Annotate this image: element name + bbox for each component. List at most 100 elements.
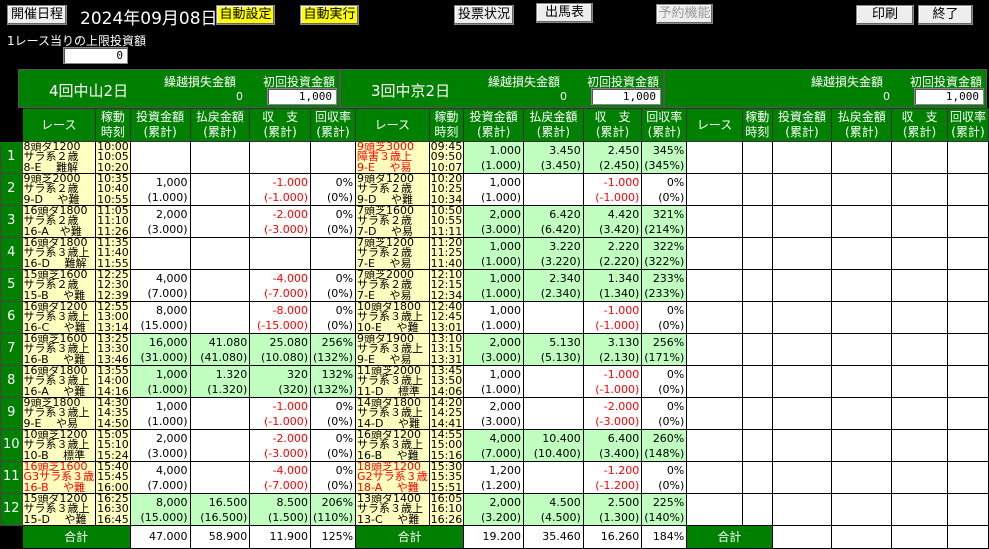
print-button[interactable]: 印刷: [856, 5, 914, 25]
race-time: 15:16: [430, 448, 463, 462]
value-rate-cumulative: (214%): [644, 222, 685, 236]
value-pay: 3.220 (3.220): [523, 237, 584, 270]
race-times: 14:55 15:00 15:16: [428, 429, 465, 462]
value-rate: 0% (0%): [641, 461, 688, 494]
col-balance: 収 支 (累計): [891, 108, 948, 142]
value-rate-cumulative: (0%): [327, 446, 354, 460]
bet-status-button[interactable]: 投票状況: [454, 5, 514, 25]
value-rate: 0% (0%): [641, 397, 688, 430]
race-info[interactable]: 16頭ダ1200 サラ系３歳上 16-B や難: [355, 429, 430, 462]
race-times: 11:35 11:40 11:55: [95, 237, 131, 270]
value-rate: [946, 333, 989, 366]
reservation-button[interactable]: 予約機能: [656, 4, 713, 24]
col-payout-l2: (累計): [203, 125, 237, 139]
race-info[interactable]: 9頭ダ1200 サラ系２歳 9-D や難: [355, 173, 430, 206]
race-info-line: 7-D や易: [357, 224, 413, 238]
race-times: [741, 493, 773, 526]
race-time: 14:16: [97, 384, 129, 398]
initial-invest-input[interactable]: 1,000: [267, 88, 337, 105]
value-rate-cumulative: (0%): [658, 318, 685, 332]
schedule-button[interactable]: 開催日程: [7, 5, 67, 25]
race-time: 16:00: [97, 480, 129, 494]
race-info-line: 9-E や易: [23, 416, 78, 430]
race-info[interactable]: 16頭ダ1800 サラ系３歳上 16-D 難解: [21, 237, 97, 270]
race-info[interactable]: 7頭芝1200 サラ系２歳 7-E や易: [355, 237, 430, 270]
value-rate-race: 321%: [652, 207, 685, 221]
value-pay: 3.450 (3.450): [523, 141, 584, 174]
initial-invest-input[interactable]: 1,000: [914, 88, 984, 105]
value-bal-cumulative: (320): [278, 382, 309, 396]
race-info[interactable]: 16頭ダ1800 サラ系３歳上 16-A や難: [21, 365, 97, 398]
value-bal-race: -4.000: [272, 271, 309, 285]
value-bal: -1.200 (-1.200): [582, 461, 643, 494]
value-pay: 2.340 (2.340): [523, 269, 584, 302]
col-balance: 収 支 (累計): [249, 108, 312, 142]
entries-button[interactable]: 出馬表: [536, 3, 593, 23]
value-pay: 41.080 (41.080): [189, 333, 251, 366]
race-info[interactable]: 14頭ダ1800 サラ系３歳上 14-D や難: [355, 397, 430, 430]
race-times: [741, 429, 773, 462]
auto-setting-button[interactable]: 自動設定: [216, 5, 275, 25]
race-times: 11:20 11:25 11:40: [428, 237, 465, 270]
value-pay: [831, 397, 893, 430]
value-bal-race: -2.000: [272, 207, 309, 221]
value-bal-cumulative: (-7.000): [263, 286, 309, 300]
value-rate: 321% (214%): [641, 205, 688, 238]
race-info[interactable]: 18頭芝1200 G2サラ系３歳 18-A や難: [355, 461, 430, 494]
value-inv-race: 1,000: [489, 303, 522, 317]
value-rate: 0% (0%): [641, 301, 688, 334]
race-info[interactable]: 10頭芝1200 サラ系３歳上 10-B 標準: [21, 429, 97, 462]
value-pay: [831, 493, 893, 526]
race-info-line: 11-D 標準: [357, 384, 420, 398]
race-info[interactable]: 16頭芝1600 G3サラ系３歳 16-B や難: [21, 461, 97, 494]
race-info[interactable]: 15頭ダ1200 サラ系３歳上 15-D や難: [21, 493, 97, 526]
value-rate: [310, 237, 357, 270]
col-time: 稼動 時刻: [95, 108, 131, 142]
race-times: 15:05 15:10 15:24: [95, 429, 131, 462]
total-rate: 125%: [310, 525, 357, 549]
value-inv-cumulative: (15.000): [140, 318, 188, 332]
race-info[interactable]: 8頭ダ1200 サラ系２歳 8-E 難解: [21, 141, 97, 174]
value-rate: [946, 461, 989, 494]
race-info[interactable]: 13頭ダ1400 サラ系３歳上 13-C や難: [355, 493, 430, 526]
value-pay: [189, 237, 251, 270]
race-info[interactable]: 9頭ダ1900 サラ系３歳上 9-E や易: [355, 333, 430, 366]
value-bal-race: -1.000: [603, 303, 640, 317]
race-info[interactable]: 7頭芝2000 サラ系２歳 7-E や易: [355, 269, 430, 302]
value-bal: [249, 141, 312, 174]
value-bal: 2.220 (2.220): [582, 237, 643, 270]
exit-button[interactable]: 終了: [918, 5, 973, 25]
value-rate-race: 0%: [666, 399, 685, 413]
race-info[interactable]: 16頭芝1600 サラ系３歳上 16-B や難: [21, 333, 97, 366]
value-bal: [891, 141, 948, 174]
table-row: 3 16頭ダ1800 サラ系２歳 16-A や難 11:05 11:10 11:26 2,00…: [0, 205, 989, 238]
value-bal-race: 8.500: [276, 495, 309, 509]
value-bal-cumulative: (1.340): [599, 286, 640, 300]
race-info: [686, 141, 743, 174]
race-info[interactable]: 16頭ダ1200 サラ系３歳上 16-C や難: [21, 301, 97, 334]
value-rate: 0% (0%): [641, 365, 688, 398]
race-info[interactable]: 9頭芝2000 サラ系２歳 9-D や難: [21, 173, 97, 206]
race-info[interactable]: 9頭芝1800 サラ系３歳上 9-E や易: [21, 397, 97, 430]
race-info[interactable]: 7頭芝1600 サラ系２歳 7-D や易: [355, 205, 430, 238]
value-pay-cumulative: (4.500): [540, 510, 581, 524]
venue-header-1: 4回中山2日 繰越損失金額 0 初回投資金額 1,000: [18, 69, 340, 108]
value-inv: 2,000 (3.000): [463, 205, 525, 238]
value-pay: [831, 141, 893, 174]
value-rate: 0% (0%): [310, 173, 357, 206]
initial-invest-input[interactable]: 1,000: [591, 88, 661, 105]
value-bal-cumulative: (-1.000): [595, 318, 640, 332]
race-info[interactable]: 11頭芝2000 サラ系３歳上 11-D 標準: [355, 365, 430, 398]
race-info[interactable]: 10頭ダ1800 サラ系３歳上 10-E や難: [355, 301, 430, 334]
race-info[interactable]: 9頭芝3000 障害３歳上 9-E や易: [355, 141, 430, 174]
race-times: 15:30 15:35 15:51: [428, 461, 465, 494]
race-info[interactable]: 16頭ダ1800 サラ系２歳 16-A や難: [21, 205, 97, 238]
value-inv: [771, 173, 833, 206]
value-inv: [771, 205, 833, 238]
venue-header-2: 3回中京2日 繰越損失金額 0 初回投資金額 1,000: [340, 69, 664, 108]
value-inv: 2,000 (3.000): [129, 429, 191, 462]
race-info[interactable]: 15頭芝1600 サラ系２歳 15-B や難: [21, 269, 97, 302]
auto-run-button[interactable]: 自動実行: [300, 5, 359, 25]
race-time: 13:46: [97, 352, 129, 366]
limit-input[interactable]: 0: [63, 47, 128, 64]
